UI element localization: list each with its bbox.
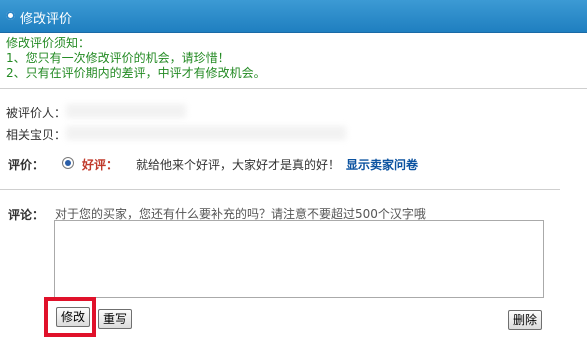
notice-block: 修改评价须知： 1、您只有一次修改评价的机会，请珍惜！ 2、只有在评价期内的差评… — [6, 36, 266, 81]
reset-button[interactable]: 重写 — [98, 309, 133, 329]
comment-label: 评论： — [8, 208, 45, 222]
page-title: 修改评价 — [20, 12, 73, 27]
rating-label: 评价： — [8, 158, 45, 172]
show-seller-questionnaire-link[interactable]: 显示卖家问卷 — [346, 156, 418, 173]
notice-heading: 修改评价须知： — [6, 36, 91, 50]
good-rating-label: 好评： — [82, 158, 119, 172]
good-rating-radio[interactable] — [62, 157, 74, 169]
divider — [0, 88, 587, 89]
circle-bullet-icon — [6, 11, 15, 20]
related-item-label: 相关宝贝： — [6, 128, 67, 142]
reviewee-value-redacted — [66, 104, 186, 118]
reviewee-label: 被评价人： — [6, 106, 67, 120]
related-item-value-redacted — [66, 126, 346, 140]
title-bar: 修改评价 — [0, 0, 587, 33]
comment-textarea[interactable] — [54, 220, 544, 298]
notice-line-2: 2、只有在评价期内的差评，中评才有修改机会。 — [6, 66, 266, 80]
delete-button[interactable]: 删除 — [508, 310, 543, 330]
divider — [0, 189, 560, 190]
highlight-box — [44, 297, 96, 337]
notice-line-1: 1、您只有一次修改评价的机会，请珍惜！ — [6, 51, 230, 65]
rating-message: 就给他来个好评，大家好才是真的好！ — [136, 158, 341, 172]
